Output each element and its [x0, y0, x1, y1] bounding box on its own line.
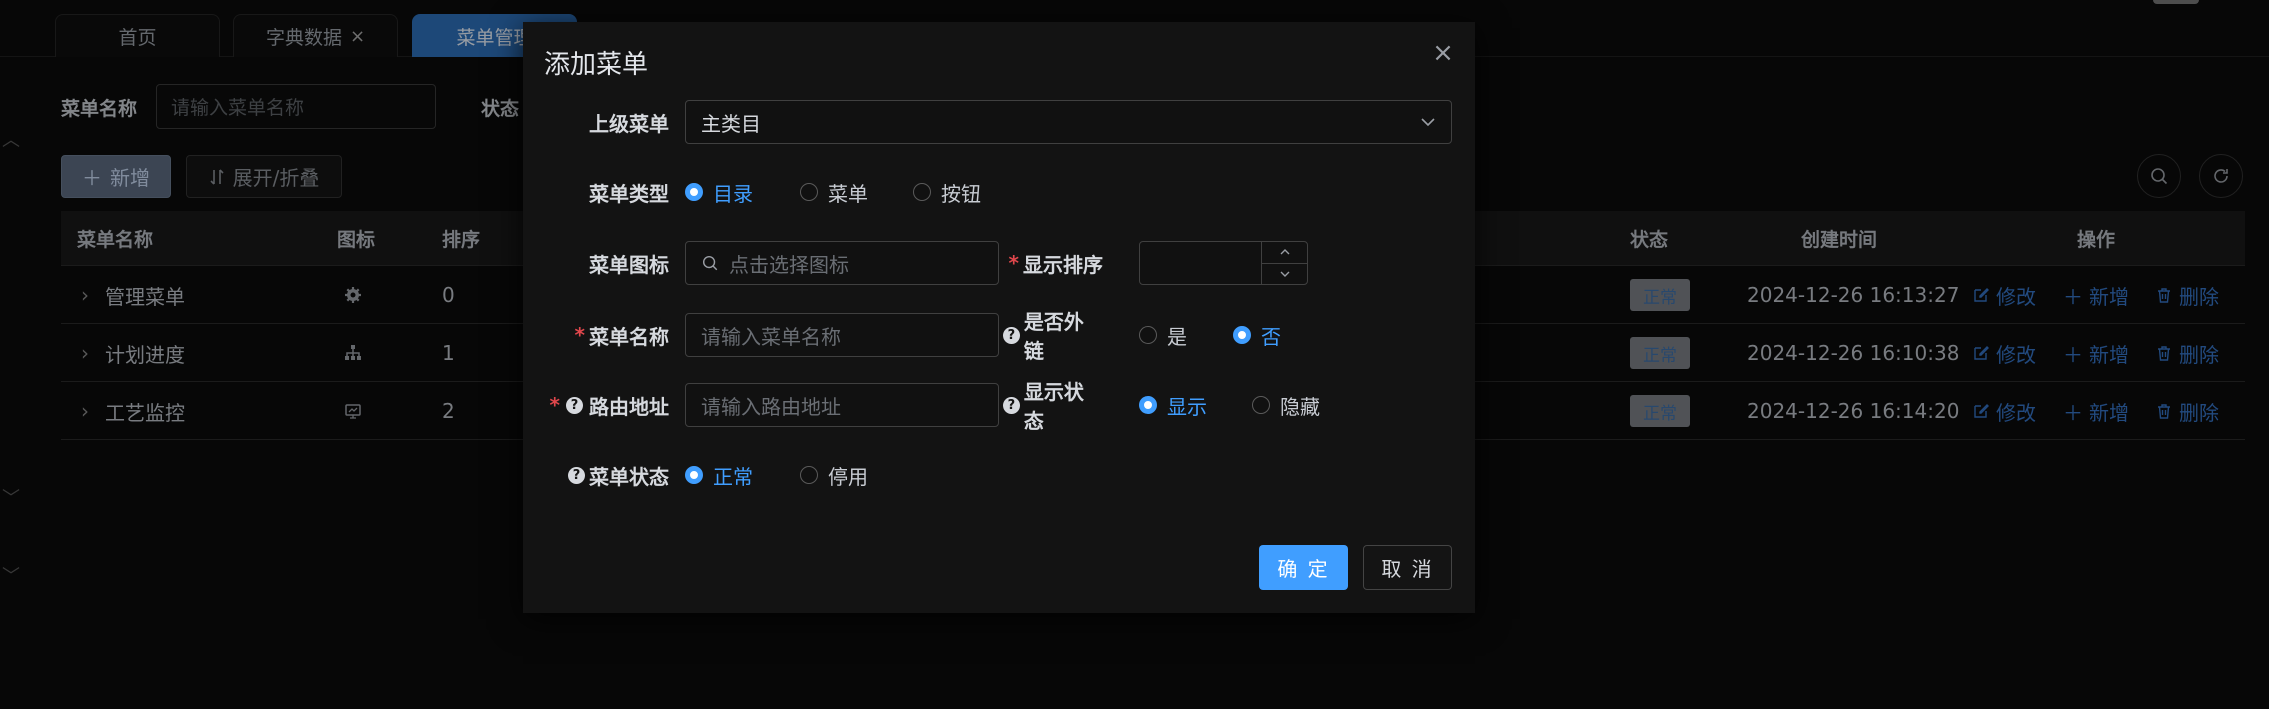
route-path-input[interactable]: 请输入路由地址 [685, 383, 999, 427]
radio-external-no[interactable]: 否 [1233, 313, 1281, 357]
radio-status-normal[interactable]: 正常 [685, 453, 753, 497]
radio-type-button[interactable]: 按钮 [913, 170, 981, 214]
visible-status-label: ? 显示状态 [1003, 380, 1103, 433]
cancel-button[interactable]: 取 消 [1363, 545, 1452, 590]
chevron-down-icon [1280, 271, 1289, 277]
placeholder: 点击选择图标 [729, 252, 849, 277]
radio-type-directory[interactable]: 目录 [685, 170, 753, 214]
radio-label: 是 [1167, 324, 1187, 349]
menu-name-label: * 菜单名称 [574, 323, 669, 349]
search-icon [702, 255, 718, 271]
placeholder: 请输入菜单名称 [701, 324, 841, 349]
chevron-up-icon [1280, 249, 1289, 255]
radio-status-disabled[interactable]: 停用 [800, 453, 868, 497]
external-link-label: ? 是否外链 [1003, 310, 1103, 363]
order-number-input[interactable] [1139, 241, 1308, 285]
radio-visible-hide[interactable]: 隐藏 [1252, 383, 1320, 427]
radio-label: 正常 [713, 464, 753, 489]
menu-name-input[interactable]: 请输入菜单名称 [685, 313, 999, 357]
decrease-button[interactable] [1262, 264, 1307, 285]
parent-menu-label: 上级菜单 [589, 111, 669, 136]
stepper [1261, 242, 1307, 284]
display-order-label: * 显示排序 [1008, 251, 1103, 277]
radio-label: 停用 [828, 464, 868, 489]
radio-type-menu[interactable]: 菜单 [800, 170, 868, 214]
parent-menu-value: 主类目 [701, 111, 761, 136]
radio-label: 隐藏 [1280, 394, 1320, 419]
radio-label: 目录 [713, 181, 753, 206]
icon-picker-input[interactable]: 点击选择图标 [685, 241, 999, 285]
parent-menu-select[interactable]: 主类目 [685, 100, 1452, 144]
chevron-down-icon [1421, 118, 1435, 127]
menu-icon-label: 菜单图标 [589, 252, 669, 277]
increase-button[interactable] [1262, 242, 1307, 264]
radio-external-yes[interactable]: 是 [1139, 313, 1187, 357]
radio-label: 菜单 [828, 181, 868, 206]
dialog-title: 添加菜单 [544, 50, 649, 80]
menu-status-label: ? 菜单状态 [523, 453, 669, 497]
radio-label: 否 [1261, 324, 1281, 349]
confirm-button[interactable]: 确 定 [1259, 545, 1348, 590]
radio-label: 显示 [1167, 394, 1207, 419]
help-icon: ? [1003, 326, 1020, 344]
help-icon: ? [566, 396, 583, 414]
radio-label: 按钮 [941, 181, 981, 206]
radio-visible-show[interactable]: 显示 [1139, 383, 1207, 427]
route-path-label: *? 路由地址 [549, 393, 669, 419]
add-menu-dialog: 添加菜单 × 上级菜单 主类目 菜单类型 目录 菜单 按钮 菜单图标 点击选择图… [523, 22, 1475, 613]
help-icon: ? [568, 466, 585, 484]
menu-type-label: 菜单类型 [589, 181, 669, 206]
close-icon[interactable]: × [1430, 38, 1456, 68]
placeholder: 请输入路由地址 [701, 394, 841, 419]
help-icon: ? [1003, 396, 1020, 414]
